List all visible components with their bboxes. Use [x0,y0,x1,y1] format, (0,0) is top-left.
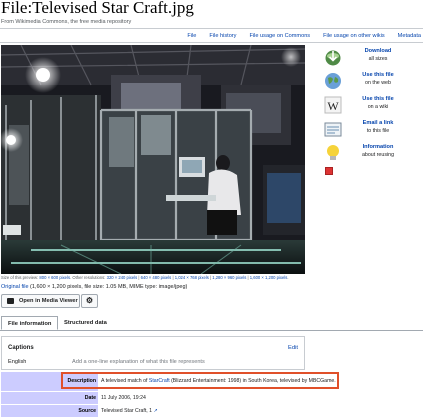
tab-structured-data[interactable]: Structured data [58,316,113,330]
tab-file-usage-other-wikis[interactable]: File usage on other wikis [323,33,385,39]
tabs-divider [0,42,423,43]
download-icon [324,48,342,66]
original-file-line: Original file (1,600 × 1,200 pixels, fil… [1,284,187,290]
sidebar-use-web-title[interactable]: Use this file [348,72,408,80]
title-divider [0,28,423,29]
sidebar-download-sub: all sizes [368,55,388,62]
size-1280-link[interactable]: 1,280 × 960 pixels [212,275,246,280]
reuse-sidebar: Download all sizes Use this file on the we… [323,47,423,175]
source-label: Source [1,405,98,417]
sidebar-item-email[interactable]: Email a link to this file [323,119,423,142]
sizes-prefix: Size of this preview: [1,275,39,280]
open-media-viewer-button[interactable]: Open in Media Viewer [1,294,80,308]
svg-text:W: W [327,99,339,113]
sidebar-download-title[interactable]: Download [348,48,408,56]
caption-language: English [8,359,27,365]
sidebar-information-sub: about reusing [361,151,395,158]
page-title: File:Televised Star Craft.jpg [1,0,194,17]
media-viewer-label: Open in Media Viewer [19,298,78,304]
file-info-tabs: File information Structured data [0,316,423,331]
original-file-details: (1,600 × 1,200 pixels, file size: 1.05 M… [28,284,188,290]
settings-button[interactable]: ⚙ [81,294,98,308]
sidebar-email-title[interactable]: Email a link [348,120,408,128]
tab-file-usage-commons[interactable]: File usage on Commons [249,33,310,39]
sidebar-use-wiki-sub: on a wiki [367,103,389,110]
tab-file[interactable]: File [187,33,196,39]
size-preview-link[interactable]: 800 × 600 pixels [39,275,70,280]
preview-sizes: Size of this preview: 800 × 600 pixels. … [1,275,289,280]
original-file-link[interactable]: Original file [1,284,29,290]
size-1600-link[interactable]: 1,600 × 1,200 pixels [250,275,288,280]
size-640-link[interactable]: 640 × 480 pixels [141,275,172,280]
globe-icon [324,72,342,90]
captions-box: Captions Edit English Add a one-line exp… [1,336,305,370]
captions-title: Captions [8,345,34,351]
date-value: 11 July 2006, 19:24 [101,395,146,401]
page-subtitle: From Wikimedia Commons, the free media r… [1,19,132,25]
wikipedia-w-icon: W [324,96,342,114]
sidebar-use-wiki-title[interactable]: Use this file [348,96,408,104]
description-highlight-box [61,372,339,389]
row-source: Source Televised Star Craft, 1 ↗ [1,405,423,417]
sidebar-item-use-wiki[interactable]: W Use this file on a wiki [323,95,423,118]
source-text: Televised Star Craft, 1 [101,408,153,414]
gear-icon: ⚙ [85,296,94,305]
caption-placeholder[interactable]: Add a one-line explanation of what this … [72,359,205,365]
file-tabs-nav: File File history File usage on Commons … [174,33,423,39]
file-image[interactable] [1,45,305,274]
flag-icon[interactable] [325,167,333,175]
row-description: Description A televised match of StarCra… [1,372,423,391]
tab-file-information[interactable]: File information [1,316,59,330]
captions-edit-link[interactable]: Edit [288,345,298,351]
media-viewer-icon [7,298,14,304]
lightbulb-icon [324,144,342,162]
size-1024-link[interactable]: 1,024 × 768 pixels [175,275,209,280]
sizes-mid: . Other resolutions: [70,275,106,280]
sidebar-information-title[interactable]: Information [348,144,408,152]
row-date: Date 11 July 2006, 19:24 [1,392,423,404]
date-label: Date [1,392,98,404]
tab-file-history[interactable]: File history [209,33,236,39]
sidebar-email-sub: to this file [366,127,390,134]
external-link-icon[interactable]: ↗ [153,408,157,414]
size-320-link[interactable]: 320 × 240 pixels [107,275,138,280]
tab-metadata[interactable]: Metadata [398,33,421,39]
sidebar-item-download[interactable]: Download all sizes [323,47,423,70]
sidebar-item-information[interactable]: Information about reusing [323,143,423,166]
sidebar-use-web-sub: on the web [365,79,391,86]
source-value: Televised Star Craft, 1 ↗ [101,408,158,414]
sidebar-item-use-web[interactable]: Use this file on the web [323,71,423,94]
email-icon [324,120,342,138]
